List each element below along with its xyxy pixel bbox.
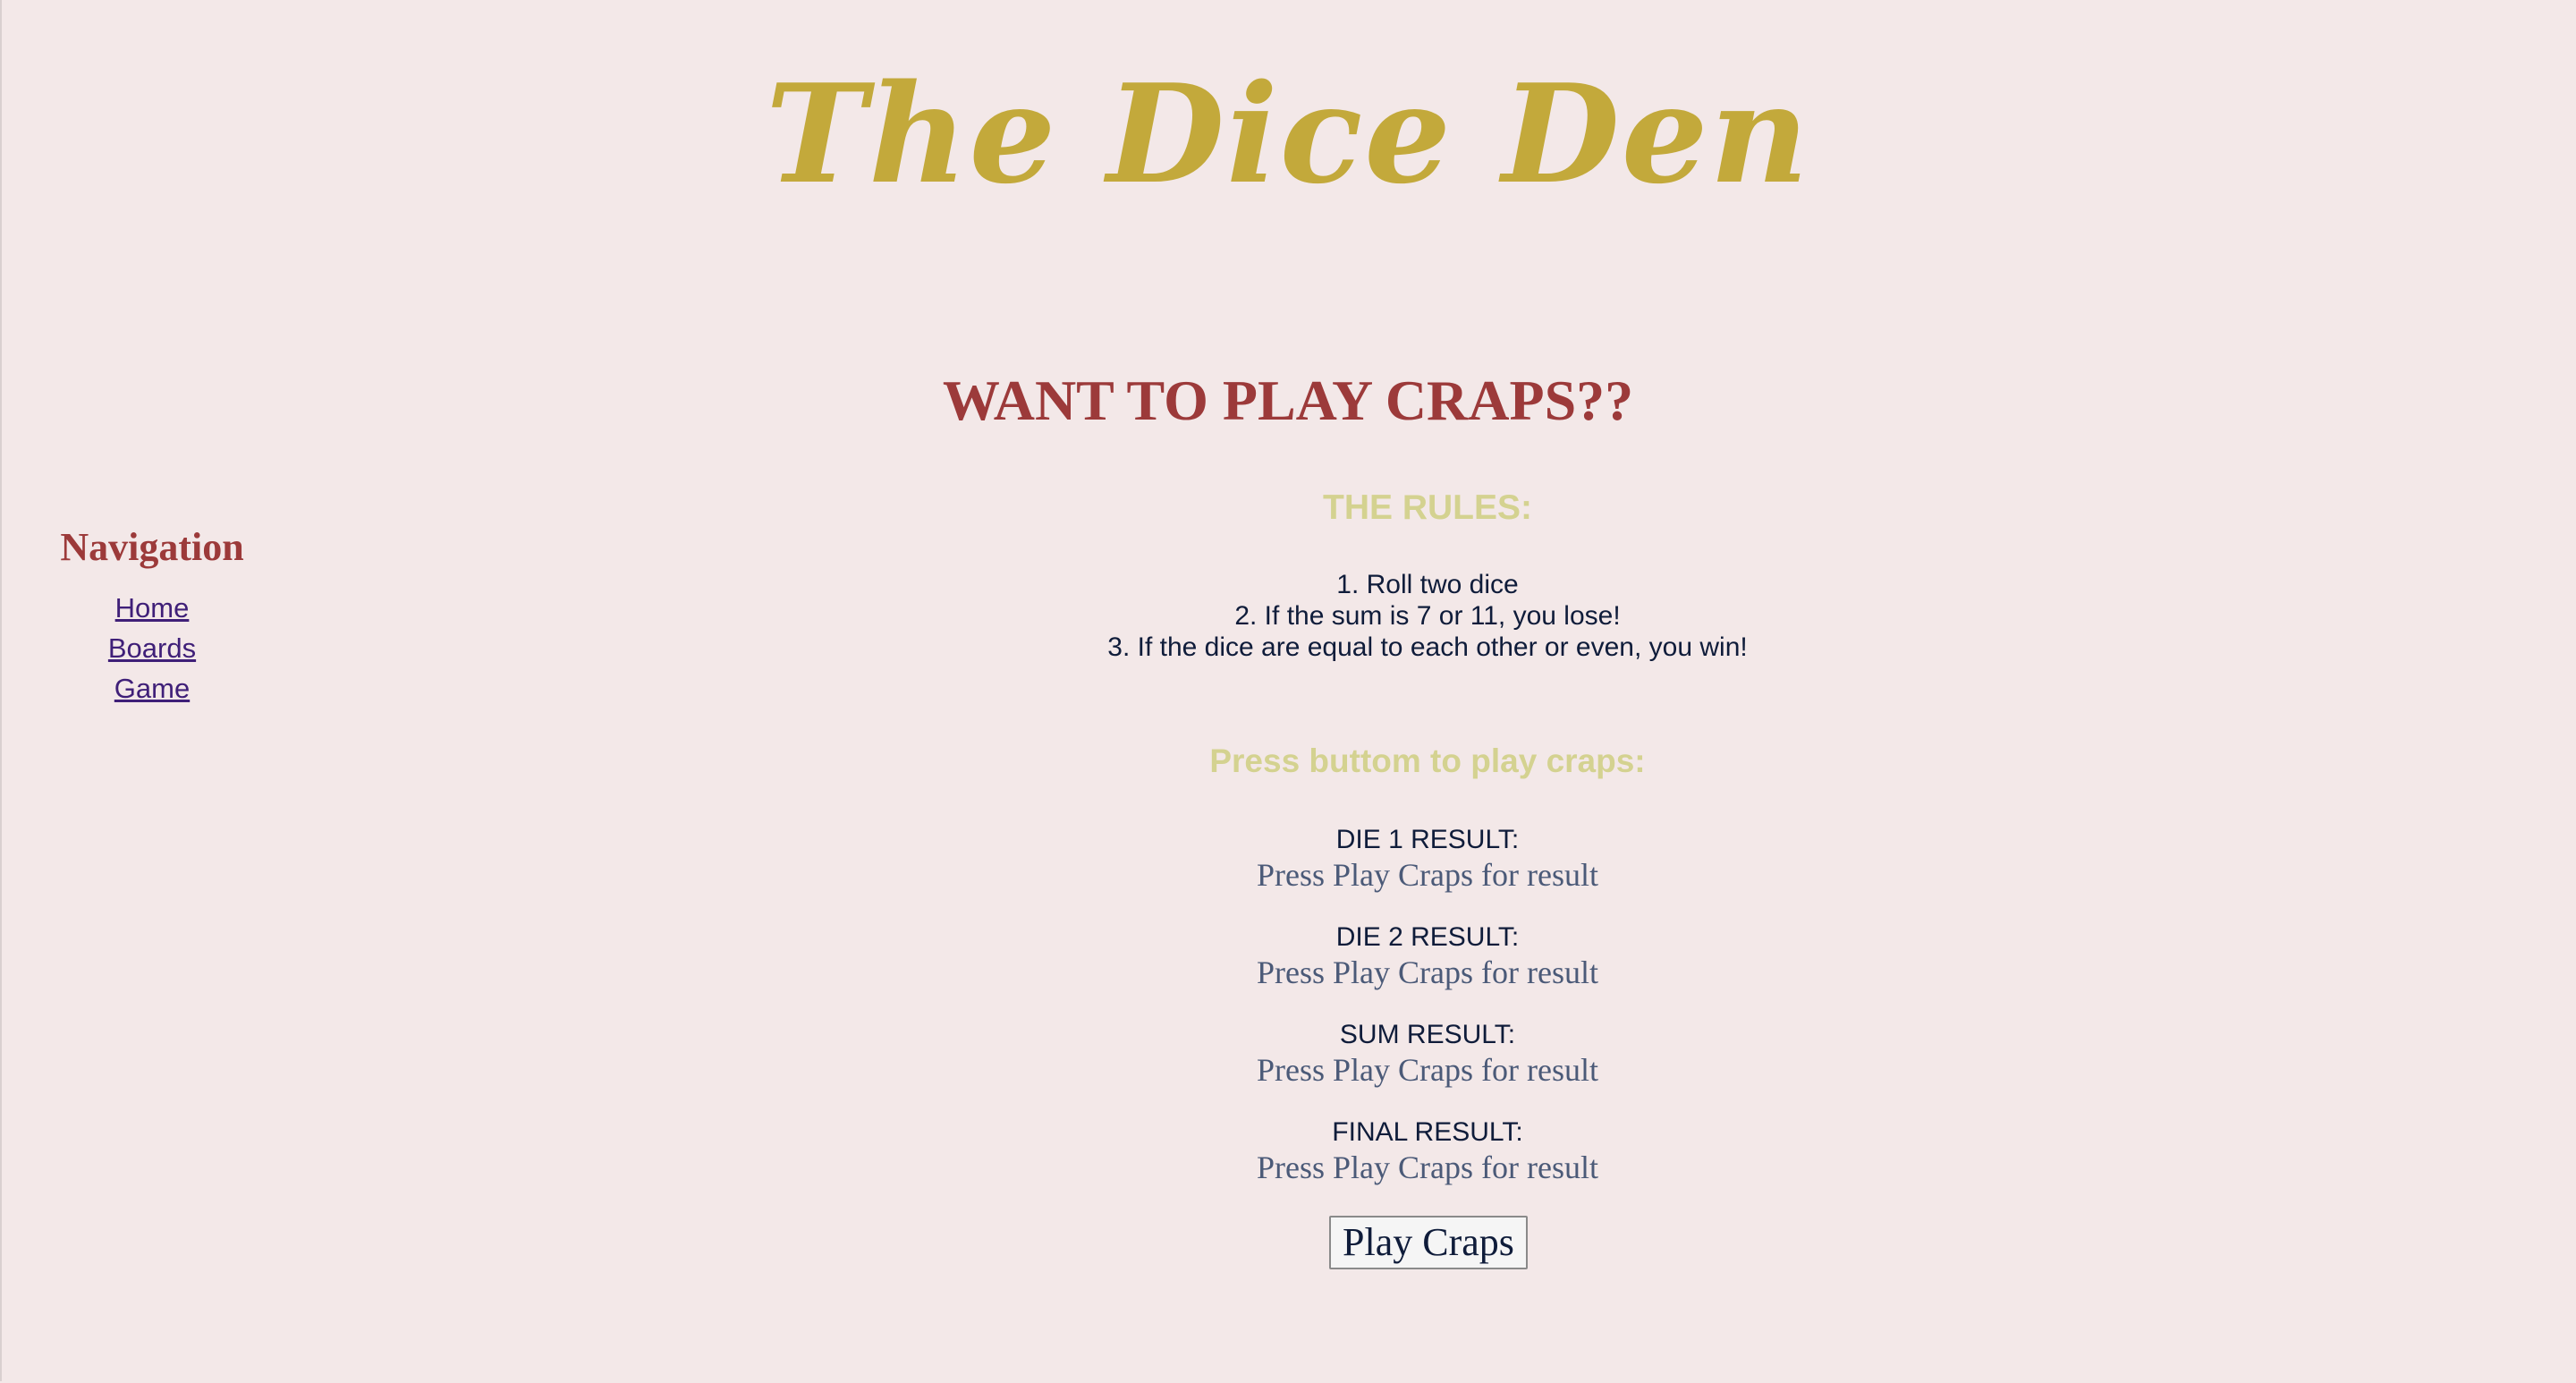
rule-item: 1. Roll two dice <box>1336 570 1519 599</box>
rule-item: 2. If the sum is 7 or 11, you lose! <box>1234 601 1621 631</box>
die-1-result: DIE 1 RESULT: Press Play Craps for resul… <box>980 823 1875 921</box>
nav-link-boards[interactable]: Boards <box>108 632 196 664</box>
nav-item-home: Home <box>54 588 250 628</box>
nav-item-game: Game <box>54 668 250 708</box>
die-2-result: DIE 2 RESULT: Press Play Craps for resul… <box>980 921 1875 1018</box>
navigation-heading: Navigation <box>60 525 244 569</box>
die-1-result-value: Press Play Craps for result <box>1257 857 1598 893</box>
page-headline: WANT TO PLAY CRAPS?? <box>942 369 1634 432</box>
final-result-label: FINAL RESULT: <box>1332 1117 1523 1147</box>
nav-link-home[interactable]: Home <box>115 592 190 624</box>
nav-list: Home Boards Game <box>54 588 250 708</box>
final-result-value: Press Play Craps for result <box>1257 1150 1598 1185</box>
sum-result-label: SUM RESULT: <box>1339 1020 1516 1049</box>
play-prompt-heading: Press buttom to play craps: <box>1209 742 1646 779</box>
rule-item: 3. If the dice are equal to each other o… <box>1107 632 1748 662</box>
sum-result: SUM RESULT: Press Play Craps for result <box>980 1018 1875 1116</box>
site-title: The Dice Den <box>765 54 1810 214</box>
die-2-result-label: DIE 2 RESULT: <box>1335 922 1520 952</box>
nav-link-game[interactable]: Game <box>114 673 190 704</box>
die-1-result-label: DIE 1 RESULT: <box>1335 825 1520 854</box>
sum-result-value: Press Play Craps for result <box>1257 1052 1598 1088</box>
results-section: DIE 1 RESULT: Press Play Craps for resul… <box>980 823 1875 1213</box>
die-2-result-value: Press Play Craps for result <box>1257 955 1598 990</box>
final-result: FINAL RESULT: Press Play Craps for resul… <box>980 1116 1875 1213</box>
rules-list: 1. Roll two dice 2. If the sum is 7 or 1… <box>980 569 1875 663</box>
rules-heading: THE RULES: <box>1323 488 1532 527</box>
nav-item-boards: Boards <box>54 628 250 668</box>
navigation-sidebar: Navigation Home Boards Game <box>54 514 250 708</box>
play-craps-button[interactable]: Play Craps <box>1329 1216 1528 1269</box>
